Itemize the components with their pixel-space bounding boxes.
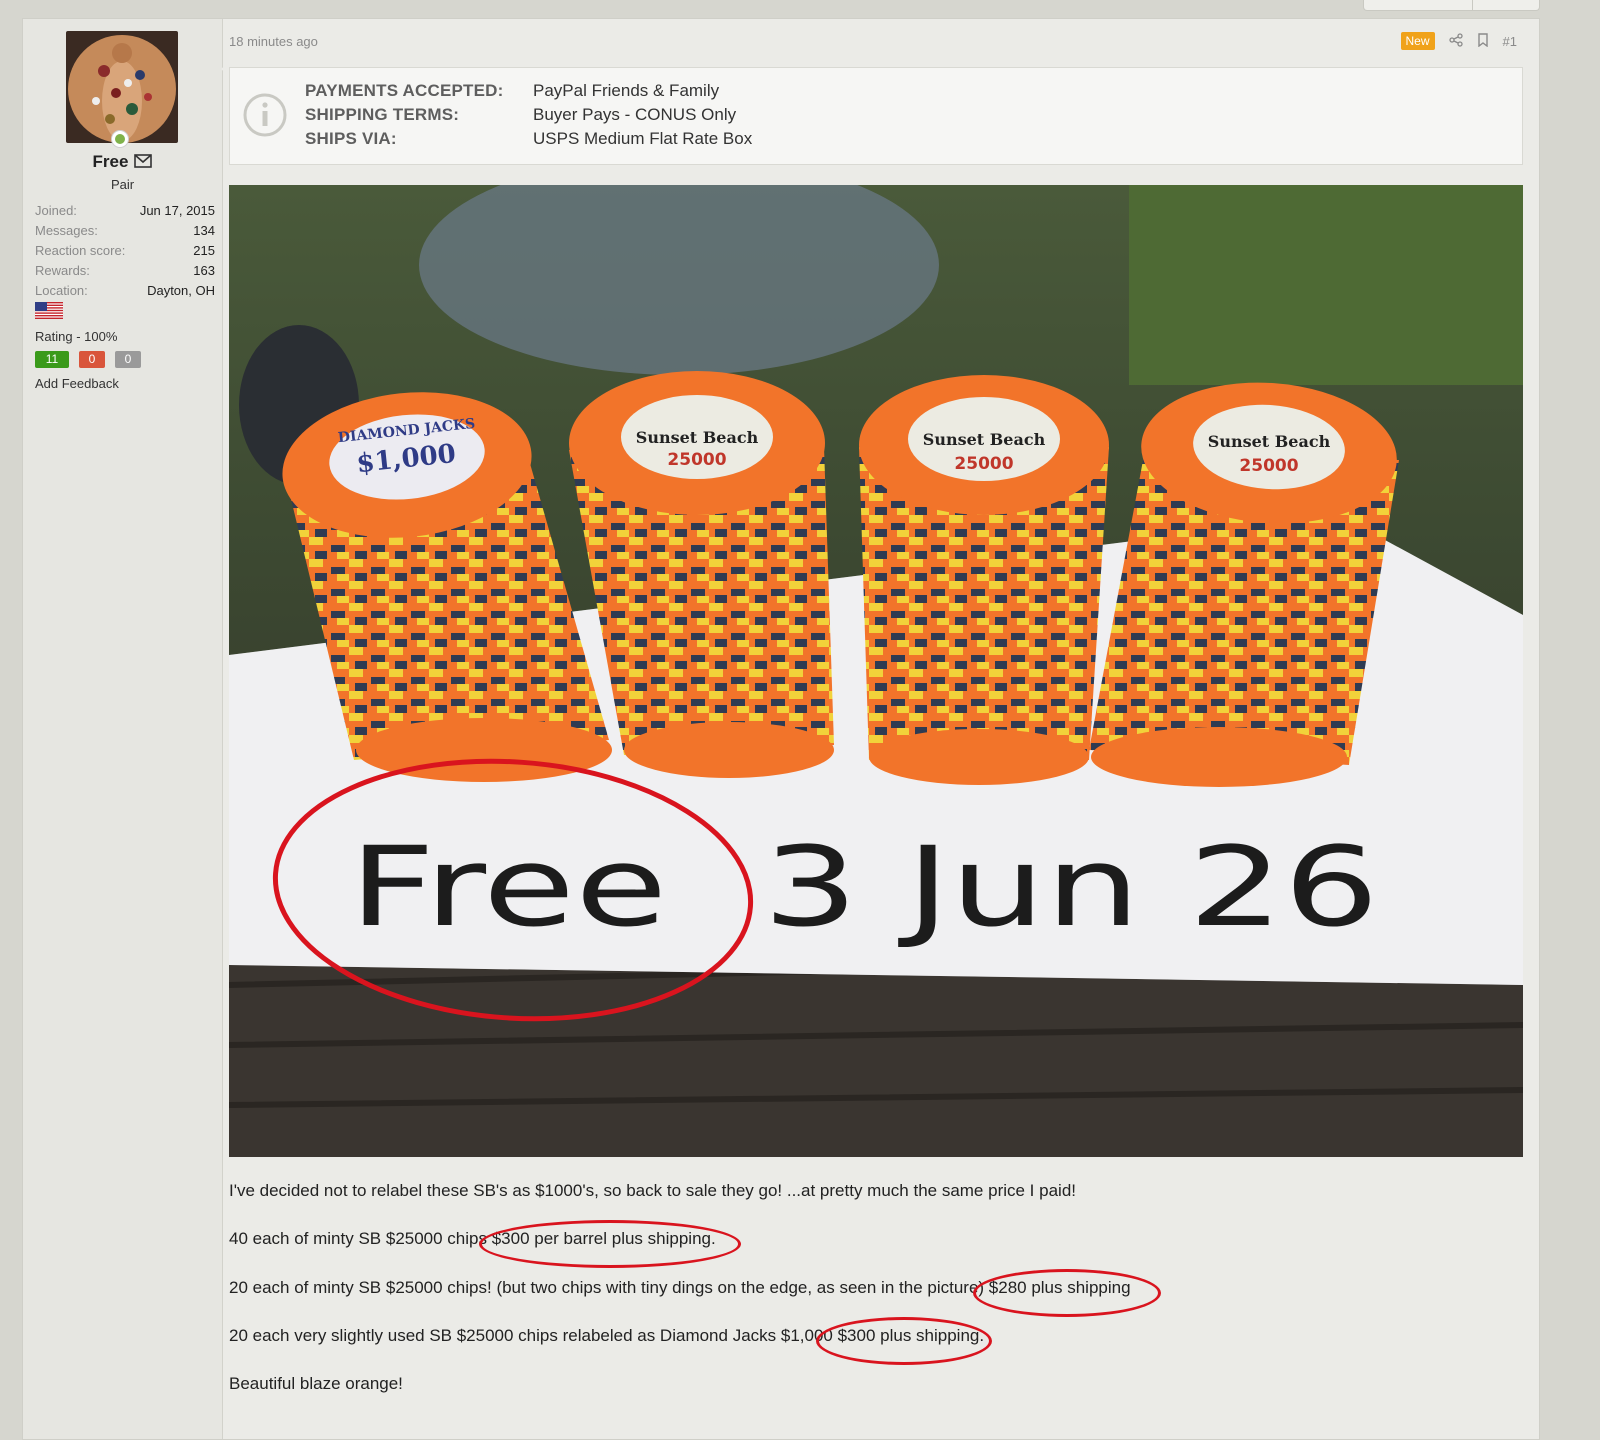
stat-value[interactable]: Dayton, OH bbox=[147, 281, 215, 301]
new-badge: New bbox=[1400, 32, 1435, 50]
chip-3-value: 25000 bbox=[954, 454, 1013, 474]
shipping-terms-value: Buyer Pays - CONUS Only bbox=[533, 105, 737, 124]
username-row: Free bbox=[23, 152, 222, 173]
user-stats: Joined: Jun 17, 2015 Messages: 134 Reactio… bbox=[35, 201, 215, 301]
ships-via-label: SHIPS VIA: bbox=[305, 129, 397, 148]
handwritten-note: Free 3 Jun 26 bbox=[349, 823, 1379, 951]
share-icon[interactable] bbox=[1448, 32, 1463, 50]
avatar[interactable] bbox=[66, 31, 178, 143]
stat-label: Messages: bbox=[35, 223, 98, 238]
stat-value[interactable]: 134 bbox=[193, 221, 215, 241]
bookmark-icon[interactable] bbox=[1477, 32, 1489, 50]
us-flag-icon bbox=[35, 302, 63, 319]
top-tab-bar[interactable] bbox=[1363, 0, 1540, 11]
stat-location: Location: Dayton, OH bbox=[35, 281, 215, 301]
stat-rewards: Rewards: 163 bbox=[35, 261, 215, 281]
ships-via-value: USPS Medium Flat Rate Box bbox=[533, 129, 753, 148]
info-icon bbox=[242, 92, 288, 143]
post-number-link[interactable]: #1 bbox=[1503, 34, 1517, 49]
chip-2-brand: Sunset Beach bbox=[636, 428, 759, 447]
stat-label: Joined: bbox=[35, 203, 77, 218]
mail-icon[interactable] bbox=[134, 153, 153, 173]
post-line-5: Beautiful blaze orange! bbox=[229, 1374, 403, 1393]
forum-post: Free Pair Joined: Jun 17, 2015 Messages: 1… bbox=[22, 18, 1540, 1440]
feedback-neutral[interactable]: 0 bbox=[115, 351, 141, 368]
payments-label: PAYMENTS ACCEPTED: bbox=[305, 81, 504, 100]
chip-4-brand: Sunset Beach bbox=[1208, 432, 1331, 451]
stat-reaction-score: Reaction score: 215 bbox=[35, 241, 215, 261]
post-actions: New #1 bbox=[1400, 32, 1517, 50]
chip-3-brand: Sunset Beach bbox=[923, 430, 1046, 449]
avatar-image bbox=[66, 31, 178, 143]
stat-value[interactable]: 163 bbox=[193, 261, 215, 281]
stat-value: 215 bbox=[193, 243, 215, 258]
rating-label: Rating - 100% bbox=[35, 329, 118, 344]
shipping-terms-label: SHIPPING TERMS: bbox=[305, 105, 460, 124]
post-line-1: I've decided not to relabel these SB's a… bbox=[229, 1181, 1076, 1200]
username[interactable]: Free bbox=[93, 152, 129, 171]
stat-label: Location: bbox=[35, 283, 88, 298]
stat-label: Reaction score: bbox=[35, 243, 126, 258]
chip-photo: DIAMOND JACKS $1,000 Sunset Beach 25000 … bbox=[229, 185, 1523, 1157]
online-status-icon bbox=[111, 130, 129, 148]
chip-2-value: 25000 bbox=[667, 450, 726, 470]
payments-value: PayPal Friends & Family bbox=[533, 81, 720, 100]
feedback-positive[interactable]: 11 bbox=[35, 351, 69, 368]
feedback-negative[interactable]: 0 bbox=[79, 351, 105, 368]
post-timestamp[interactable]: 18 minutes ago bbox=[229, 34, 318, 49]
user-title: Pair bbox=[110, 177, 135, 192]
tab-divider bbox=[1472, 0, 1473, 10]
attached-photo[interactable]: DIAMOND JACKS $1,000 Sunset Beach 25000 … bbox=[229, 185, 1523, 1157]
stat-value: Jun 17, 2015 bbox=[139, 203, 215, 218]
stat-messages: Messages: 134 bbox=[35, 221, 215, 241]
sale-info-box: PAYMENTS ACCEPTED: PayPal Friends & Fami… bbox=[229, 67, 1523, 165]
user-sidebar: Free Pair Joined: Jun 17, 2015 Messages: 1… bbox=[23, 19, 223, 1439]
stat-label: Rewards: bbox=[35, 263, 90, 278]
price-annotation-ring bbox=[479, 1220, 741, 1268]
stat-joined: Joined: Jun 17, 2015 bbox=[35, 201, 215, 221]
add-feedback-link[interactable]: Add Feedback bbox=[35, 376, 119, 391]
chip-4-value: 25000 bbox=[1239, 456, 1298, 476]
price-annotation-ring bbox=[973, 1269, 1161, 1317]
price-annotation-ring bbox=[816, 1317, 992, 1365]
